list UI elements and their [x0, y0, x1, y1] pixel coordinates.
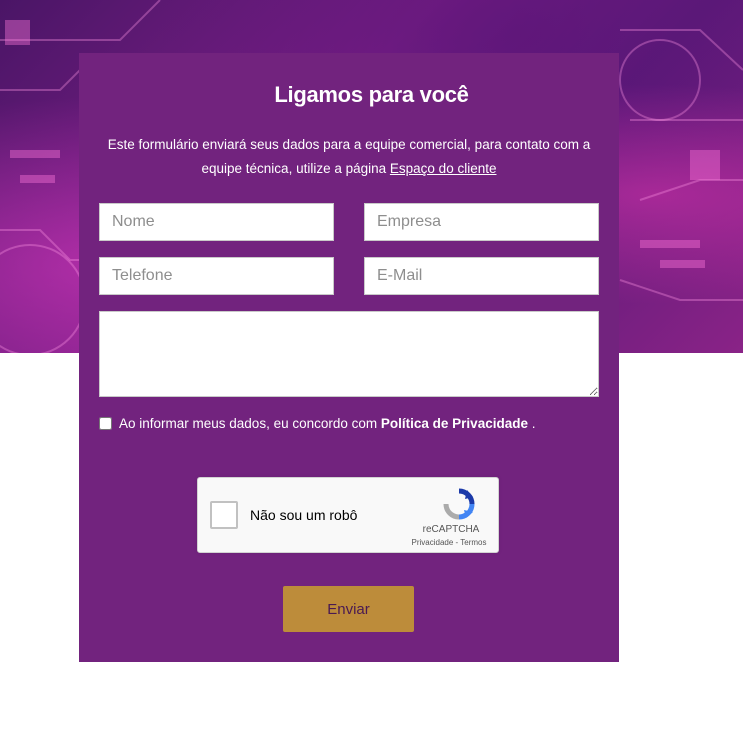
recaptcha-widget: Não sou um robô reCAPTCHA Privacidade - … [197, 477, 499, 553]
email-input[interactable] [364, 257, 599, 295]
message-textarea[interactable] [99, 311, 599, 397]
form-title: Ligamos para você [274, 82, 469, 107]
form-intro: Este formulário enviará seus dados para … [99, 133, 599, 181]
privacy-consent: Ao informar meus dados, eu concordo com … [99, 416, 536, 431]
privacy-policy-link[interactable]: Política de Privacidade [381, 416, 528, 431]
recaptcha-logo-icon [443, 488, 475, 520]
recaptcha-links: Privacidade - Termos [403, 538, 495, 547]
intro-text: Este formulário enviará seus dados para … [107, 137, 591, 176]
recaptcha-terms-link[interactable]: Termos [460, 538, 486, 547]
recaptcha-privacy-link[interactable]: Privacidade [411, 538, 453, 547]
consent-text: Ao informar meus dados, eu concordo com [119, 416, 378, 431]
company-input[interactable] [364, 203, 599, 241]
consent-suffix: . [531, 416, 536, 431]
recaptcha-brand: reCAPTCHA [422, 524, 480, 535]
client-area-link[interactable]: Espaço do cliente [390, 161, 497, 176]
recaptcha-label: Não sou um robô [250, 507, 358, 523]
privacy-checkbox[interactable] [99, 417, 112, 430]
phone-input[interactable] [99, 257, 334, 295]
submit-button[interactable]: Enviar [283, 586, 414, 632]
recaptcha-checkbox[interactable] [210, 501, 238, 529]
name-input[interactable] [99, 203, 334, 241]
